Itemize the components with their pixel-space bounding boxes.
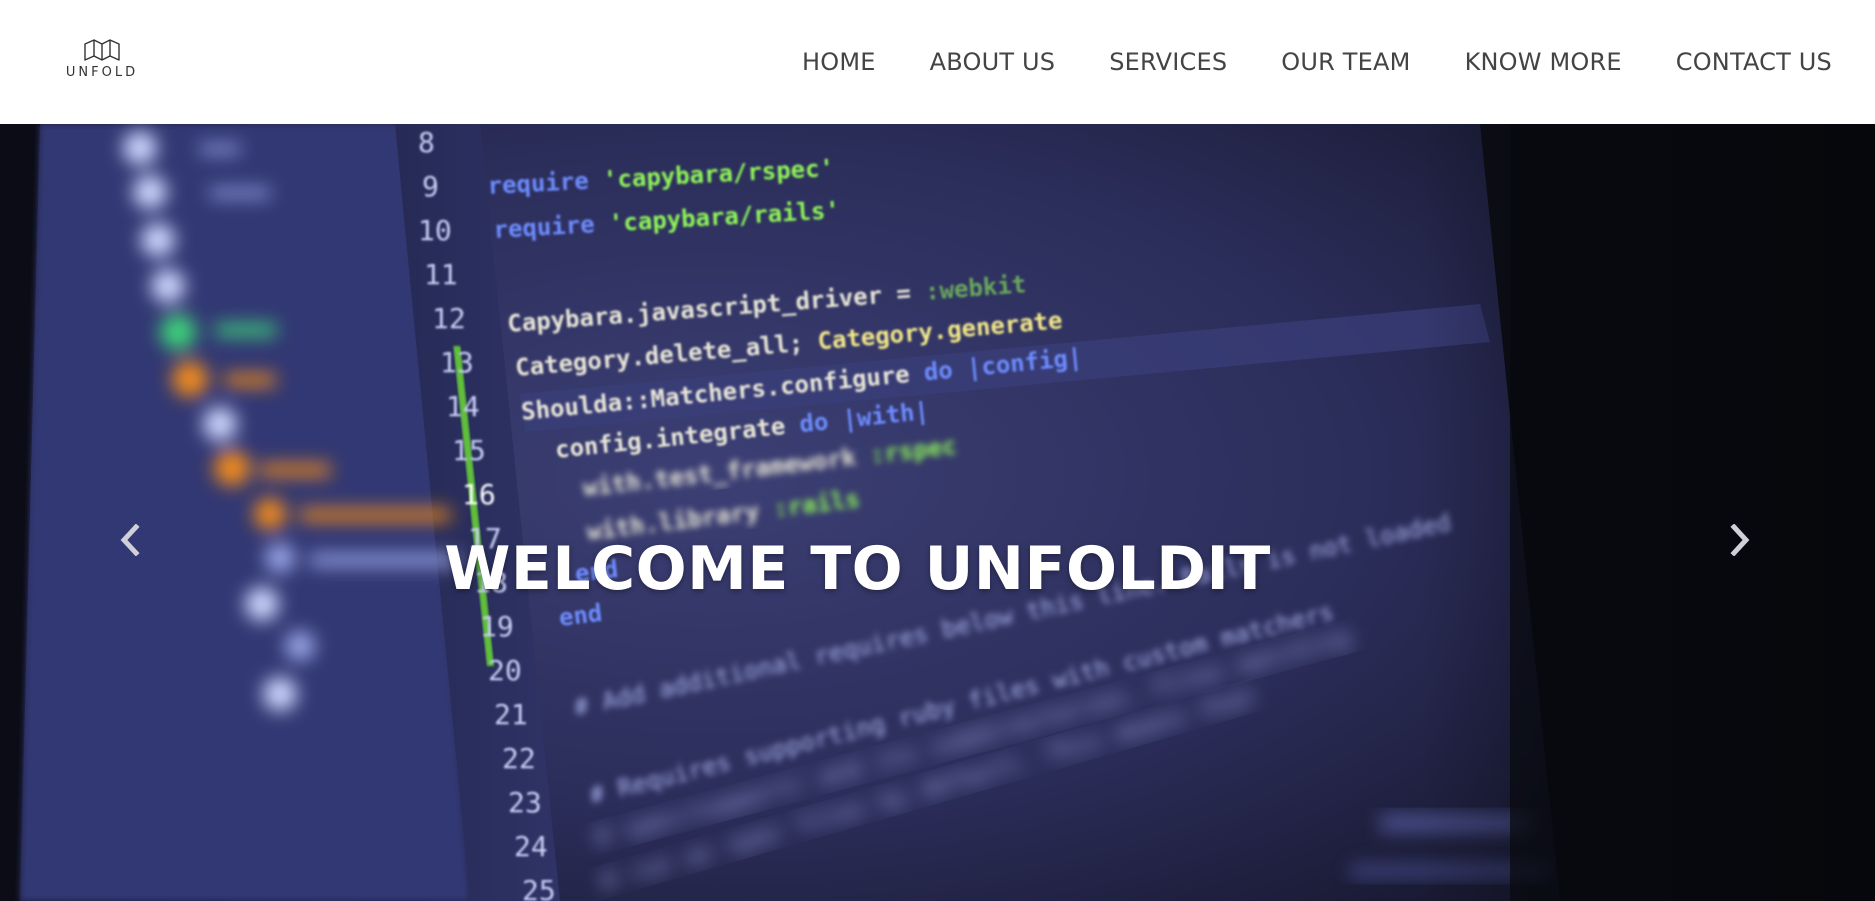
nav-know-more[interactable]: KNOW MORE xyxy=(1465,48,1622,76)
svg-text:14: 14 xyxy=(446,390,480,423)
svg-text:12: 12 xyxy=(432,302,466,335)
svg-text:24: 24 xyxy=(514,830,548,863)
svg-text:13: 13 xyxy=(440,346,474,379)
svg-text:9: 9 xyxy=(422,170,439,203)
svg-text:11: 11 xyxy=(424,258,458,291)
svg-text:19: 19 xyxy=(480,610,514,643)
brand-name: UNFOLD xyxy=(65,65,139,80)
hero-title: WELCOME TO UNFOLDIT xyxy=(444,534,1271,605)
nav-our-team[interactable]: OUR TEAM xyxy=(1281,48,1410,76)
svg-text:25: 25 xyxy=(522,874,556,901)
hero-carousel: 8 9 10 11 12 13 14 15 16 17 18 19 20 21 … xyxy=(0,124,1875,901)
svg-text:23: 23 xyxy=(508,786,542,819)
folded-map-icon xyxy=(84,39,120,61)
svg-text:8: 8 xyxy=(418,126,435,159)
svg-text:20: 20 xyxy=(488,654,522,687)
nav-home[interactable]: HOME xyxy=(802,48,876,76)
svg-text:21: 21 xyxy=(494,698,528,731)
chevron-left-icon xyxy=(120,524,140,556)
hero-background-image: 8 9 10 11 12 13 14 15 16 17 18 19 20 21 … xyxy=(0,124,1875,901)
svg-text:10: 10 xyxy=(418,214,452,247)
nav-services[interactable]: SERVICES xyxy=(1109,48,1227,76)
svg-text:16: 16 xyxy=(462,478,496,511)
carousel-prev-button[interactable] xyxy=(110,516,150,564)
carousel-next-button[interactable] xyxy=(1720,516,1760,564)
chevron-right-icon xyxy=(1730,524,1750,556)
nav-contact-us[interactable]: CONTACT US xyxy=(1676,48,1832,76)
site-header: UNFOLD HOME ABOUT US SERVICES OUR TEAM K… xyxy=(0,0,1875,124)
brand-logo[interactable]: UNFOLD xyxy=(64,38,140,86)
svg-text:22: 22 xyxy=(502,742,536,775)
svg-text:15: 15 xyxy=(452,434,486,467)
main-nav: HOME ABOUT US SERVICES OUR TEAM KNOW MOR… xyxy=(802,0,1832,124)
nav-about-us[interactable]: ABOUT US xyxy=(930,48,1056,76)
